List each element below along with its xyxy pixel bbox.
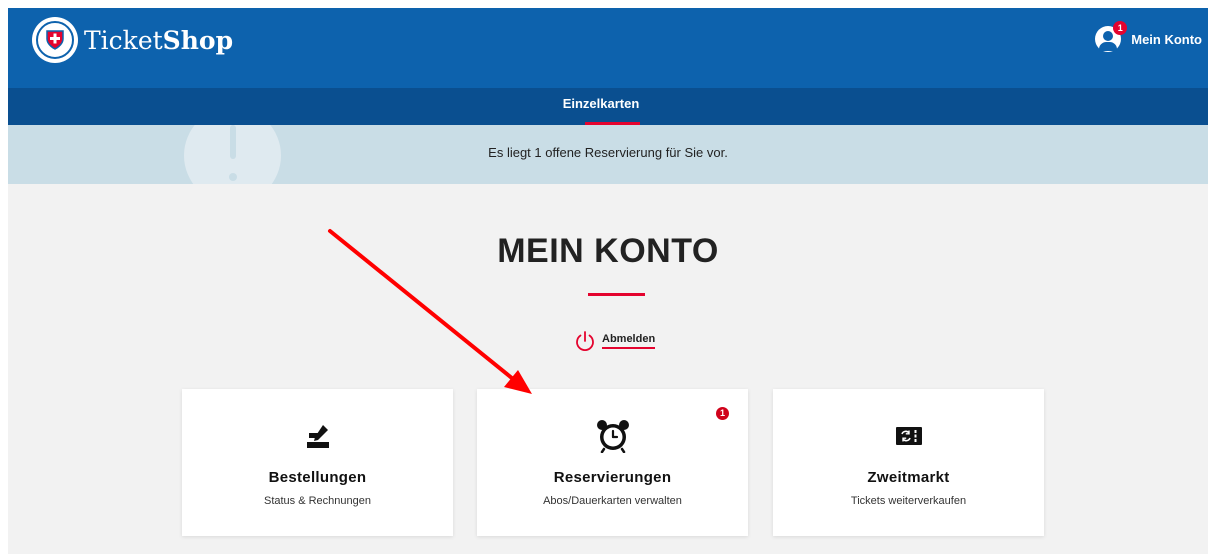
card-title: Reservierungen bbox=[553, 469, 672, 486]
shield-icon bbox=[46, 30, 64, 50]
card-reservierungen[interactable]: 1 Reservierungen Abos/Dauerkarten verwal… bbox=[477, 389, 748, 536]
tab-einzelkarten[interactable]: Einzelkarten bbox=[545, 88, 657, 125]
power-icon bbox=[576, 331, 594, 352]
logout-label: Abmelden bbox=[602, 333, 656, 349]
alarm-clock-icon bbox=[596, 420, 629, 453]
top-header: TicketShop 1 Mein Konto bbox=[8, 8, 1208, 88]
logo-ring bbox=[36, 21, 74, 59]
card-icon-wrap bbox=[477, 419, 748, 453]
account-label: Mein Konto bbox=[1131, 31, 1202, 47]
card-subtitle: Tickets weiterverkaufen bbox=[850, 495, 967, 507]
alert-message: Es liegt 1 offene Reservierung für Sie v… bbox=[488, 145, 728, 160]
card-icon-wrap bbox=[773, 419, 1044, 453]
user-shoulders bbox=[1099, 42, 1118, 51]
card-bestellungen[interactable]: Bestellungen Status & Rechnungen bbox=[182, 389, 453, 536]
card-icon-wrap bbox=[182, 419, 453, 453]
brand-title[interactable]: TicketShop bbox=[84, 24, 233, 57]
main-nav: Einzelkarten bbox=[8, 88, 1208, 125]
account-menu[interactable]: 1 Mein Konto bbox=[1095, 21, 1202, 52]
user-head bbox=[1103, 31, 1114, 41]
card-subtitle: Status & Rechnungen bbox=[263, 495, 372, 507]
card-title: Zweitmarkt bbox=[867, 469, 950, 486]
page-title: MEIN KONTO bbox=[497, 232, 719, 270]
card-title: Bestellungen bbox=[268, 469, 367, 486]
page-frame: TicketShop 1 Mein Konto Einzelkarten Es … bbox=[8, 8, 1208, 554]
title-divider bbox=[588, 293, 645, 296]
write-icon bbox=[306, 425, 329, 448]
club-logo[interactable] bbox=[32, 17, 78, 63]
card-subtitle: Abos/Dauerkarten verwalten bbox=[543, 495, 682, 507]
notification-badge: 1 bbox=[1113, 21, 1128, 35]
ticket-exchange-icon bbox=[895, 427, 922, 445]
brand-bold: Shop bbox=[162, 26, 234, 55]
tab-label: Einzelkarten bbox=[562, 96, 640, 111]
reservation-alert: Es liegt 1 offene Reservierung für Sie v… bbox=[8, 125, 1208, 184]
user-icon: 1 bbox=[1095, 21, 1128, 52]
card-zweitmarkt[interactable]: Zweitmarkt Tickets weiterverkaufen bbox=[773, 389, 1044, 536]
logout-link[interactable]: Abmelden bbox=[574, 330, 656, 352]
brand-light: Ticket bbox=[84, 26, 163, 55]
